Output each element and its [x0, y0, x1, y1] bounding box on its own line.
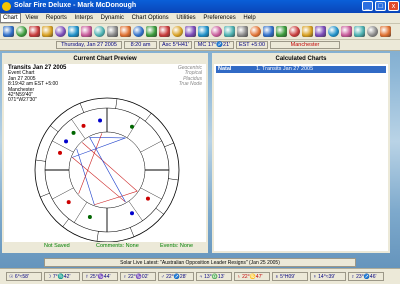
open-chart-icon[interactable]: [3, 26, 14, 37]
toolbar: [0, 24, 400, 40]
planet-position-1: ☽ 7°♏42': [44, 272, 80, 281]
planet-position-0: ☉ 6°≈58': [6, 272, 42, 281]
menu-dynamic[interactable]: Dynamic: [98, 13, 127, 23]
planets-icon[interactable]: [224, 26, 235, 37]
favorites-icon[interactable]: [354, 26, 365, 37]
planet-glyph: [145, 196, 150, 201]
globe-icon[interactable]: [211, 26, 222, 37]
planet-position-6: ♄ 22°♋47': [234, 272, 270, 281]
planet-glyph: [71, 130, 76, 135]
planet-position-5: ♃ 13°♎13': [196, 272, 232, 281]
chart-wheel[interactable]: [32, 95, 182, 245]
composite-icon[interactable]: [146, 26, 157, 37]
chart-preview-panel: Current Chart Preview Transits Jan 27 20…: [2, 53, 208, 253]
menu-preferences[interactable]: Preferences: [200, 13, 238, 23]
solar-live-news[interactable]: Solar Live Latest: "Australian Oppositio…: [44, 258, 356, 267]
maximize-button[interactable]: □: [375, 1, 386, 11]
comments-status: Comments: None: [96, 243, 139, 249]
planet-glyph: [98, 118, 103, 123]
save-icon[interactable]: [42, 26, 53, 37]
heart-icon[interactable]: [367, 26, 378, 37]
planet-position-2: ☿ 25°♑44': [82, 272, 118, 281]
planet-position-3: ♀ 22°♑02': [120, 272, 156, 281]
astro-map-icon[interactable]: [328, 26, 339, 37]
table-icon[interactable]: [250, 26, 261, 37]
dial-icon[interactable]: [185, 26, 196, 37]
menu-bar: Chart View Reports Interps Dynamic Chart…: [0, 13, 400, 24]
file-icon[interactable]: [302, 26, 313, 37]
planet-glyph: [130, 124, 134, 129]
minimize-button[interactable]: _: [362, 1, 373, 11]
returns-icon[interactable]: [120, 26, 131, 37]
eclipse-icon[interactable]: [198, 26, 209, 37]
menu-view[interactable]: View: [22, 13, 41, 23]
synastry-icon[interactable]: [133, 26, 144, 37]
planet-position-9: ♇ 23°♐46': [348, 272, 384, 281]
chart-settings: Geocentric Tropical Placidus True Node: [178, 65, 202, 88]
planet-position-4: ♂ 22°♐28': [158, 272, 194, 281]
calculated-charts-panel: Calculated Charts Natal 1. Transits Jan …: [212, 53, 390, 253]
status-tz: EST +5:00: [236, 41, 268, 49]
chart-wheel-icon[interactable]: [81, 26, 92, 37]
chart-status-row: Thursday, Jan 27 2005 8:20 am Asc 5°H41'…: [0, 40, 400, 51]
list-item[interactable]: Natal 1. Transits Jan 27 2005: [216, 66, 386, 73]
planet-glyph: [66, 200, 71, 205]
planet-positions-bar: ☉ 6°≈58' ☽ 7°♏42' ☿ 25°♑44' ♀ 22°♑02' ♂ 22°♐…: [0, 268, 400, 284]
planet-position-8: ♆ 14°≈39': [310, 272, 346, 281]
print-icon[interactable]: [55, 26, 66, 37]
app-icon: [2, 2, 11, 11]
new-chart-icon[interactable]: [16, 26, 27, 37]
status-time: 8:20 am: [124, 41, 157, 49]
animate-icon[interactable]: [276, 26, 287, 37]
progressions-icon[interactable]: [107, 26, 118, 37]
menu-reports[interactable]: Reports: [43, 13, 70, 23]
calculated-title: Calculated Charts: [214, 55, 388, 64]
status-date: Thursday, Jan 27 2005: [56, 41, 122, 49]
planet-glyph: [64, 139, 69, 144]
transits-icon[interactable]: [94, 26, 105, 37]
timeline-icon[interactable]: [315, 26, 326, 37]
status-asc: Asc 5°H41': [159, 41, 192, 49]
menu-chart-options[interactable]: Chart Options: [129, 13, 172, 23]
setting-true-node: True Node: [178, 81, 202, 88]
menu-utilities[interactable]: Utilities: [173, 13, 198, 23]
window-title: Solar Fire Deluxe - Mark McDonough: [14, 2, 137, 9]
planet-glyph: [58, 150, 63, 155]
ephemeris-icon[interactable]: [341, 26, 352, 37]
midpoints-icon[interactable]: [172, 26, 183, 37]
menu-chart[interactable]: Chart: [0, 13, 21, 23]
close-button[interactable]: x: [388, 1, 399, 11]
calendar-icon[interactable]: [68, 26, 79, 37]
status-mc: MC 17°♐21': [194, 41, 234, 49]
chart-row-desc: 1. Transits Jan 27 2005: [256, 66, 314, 72]
harmonics-icon[interactable]: [159, 26, 170, 37]
solar-fire-icon[interactable]: [380, 26, 391, 37]
menu-interps[interactable]: Interps: [72, 13, 96, 23]
chart-row-name: Natal: [218, 66, 232, 72]
planet-glyph: [81, 123, 86, 128]
events-status: Events: None: [160, 243, 194, 249]
info-icon[interactable]: [263, 26, 274, 37]
edit-chart-icon[interactable]: [29, 26, 40, 37]
status-place: Manchester: [270, 41, 340, 49]
planet-position-7: ♅ 5°H09': [272, 272, 308, 281]
menu-help[interactable]: Help: [240, 13, 258, 23]
preview-footer: Not Saved Comments: None Events: None: [4, 242, 206, 251]
saved-status: Not Saved: [44, 243, 70, 249]
preview-title: Current Chart Preview: [4, 55, 206, 64]
planet-glyph: [87, 214, 92, 219]
aspects-icon[interactable]: [237, 26, 248, 37]
planet-glyph: [130, 211, 134, 216]
title-bar: Solar Fire Deluxe - Mark McDonough _ □ x: [0, 0, 400, 13]
asteroid-icon[interactable]: [289, 26, 300, 37]
